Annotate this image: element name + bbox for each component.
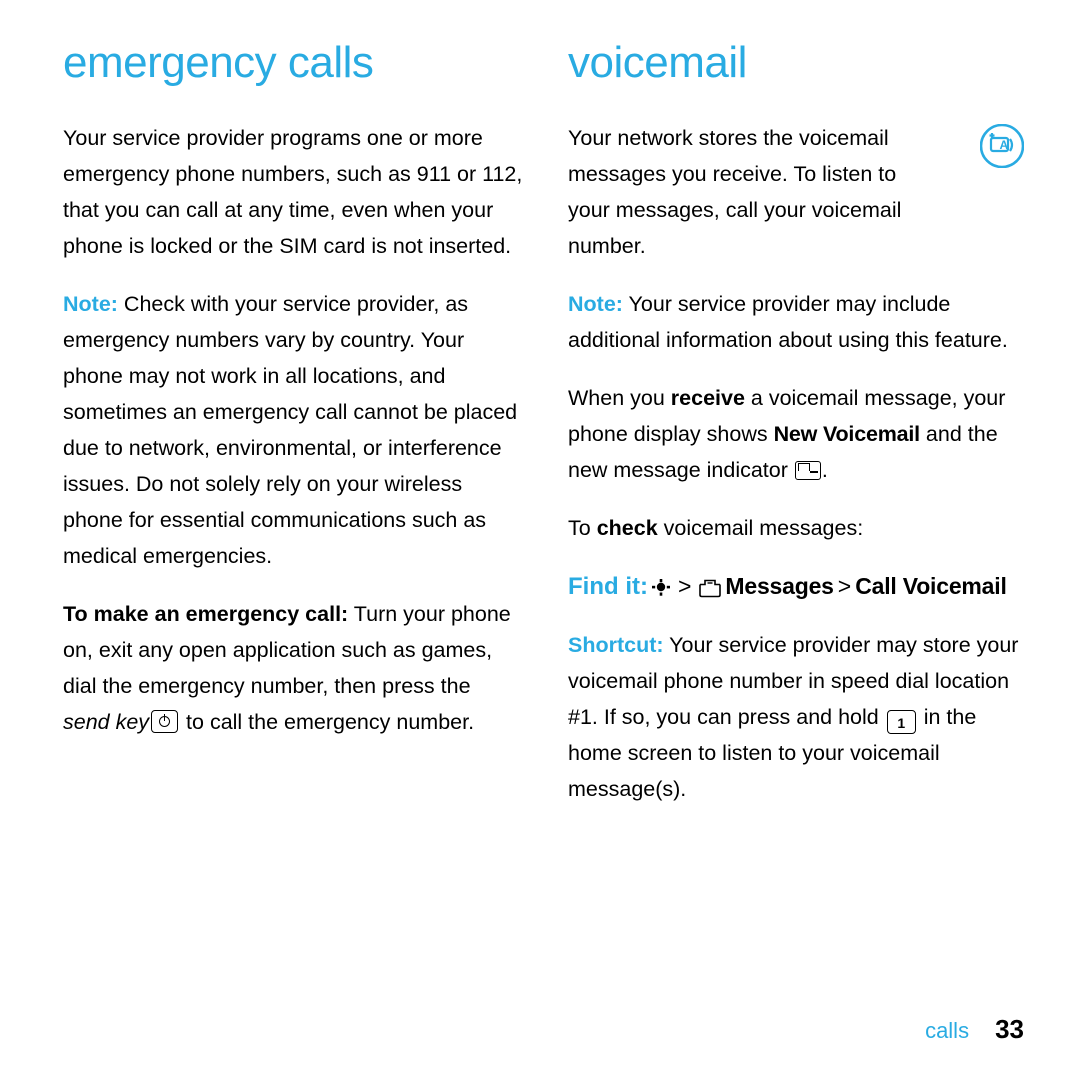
check-keyword: check: [596, 516, 658, 541]
paragraph-voicemail-note: Note: Your service provider may include …: [568, 286, 1036, 358]
find-it-separator-2: >: [837, 573, 852, 600]
right-column: voicemail Your network stores the voicem…: [568, 38, 1036, 807]
paragraph-shortcut: Shortcut: Your service provider may stor…: [568, 627, 1036, 807]
paragraph-emergency-note: Note: Check with your service provider, …: [63, 286, 523, 574]
receive-text-1: When you: [568, 386, 671, 411]
receive-text-4: .: [821, 458, 828, 483]
shortcut-label: Shortcut:: [568, 633, 664, 658]
note-label: Note:: [568, 292, 623, 317]
messages-folder-icon: [698, 572, 722, 598]
page-title-emergency-calls: emergency calls: [63, 38, 374, 87]
find-it-separator-1: >: [677, 573, 692, 600]
find-it-path: Find it: > Messages > Call Voicemail: [568, 568, 1036, 605]
send-key-icon: [151, 710, 179, 734]
footer-page-number: 33: [995, 1014, 1024, 1044]
page-footer: calls 33: [925, 1014, 1024, 1045]
send-key-text: send key: [63, 710, 150, 735]
footer-section-label: calls: [925, 1018, 970, 1043]
svg-text:A: A: [1000, 138, 1009, 152]
make-call-lead: To make an emergency call:: [63, 602, 349, 627]
new-voicemail-label: New Voicemail: [773, 422, 921, 447]
paragraph-text: Your service provider programs one or mo…: [63, 126, 523, 259]
left-column: emergency calls Your service provider pr…: [63, 38, 523, 740]
paragraph-emergency-intro: Your service provider programs one or mo…: [63, 120, 523, 264]
menu-key-icon: [651, 572, 671, 596]
message-indicator-icon: [794, 461, 821, 481]
call-voicemail-menu-label: Call Voicemail: [855, 573, 1007, 600]
make-call-text-2: to call the emergency number.: [180, 710, 475, 735]
voicemail-badge-icon: A: [979, 123, 1025, 169]
paragraph-receive-voicemail: When you receive a voicemail message, yo…: [568, 380, 1036, 488]
note-text: Your service provider may include additi…: [568, 292, 1008, 353]
messages-menu-label: Messages: [725, 573, 834, 600]
paragraph-text: Your network stores the voicemail messag…: [568, 126, 902, 259]
key-1-icon: 1: [886, 710, 916, 735]
receive-keyword: receive: [670, 386, 745, 411]
page-title-voicemail: voicemail: [568, 38, 747, 87]
note-label: Note:: [63, 292, 118, 317]
note-text: Check with your service provider, as eme…: [63, 292, 518, 569]
manual-page: emergency calls Your service provider pr…: [0, 0, 1080, 1080]
find-it-label: Find it:: [568, 573, 648, 601]
paragraph-make-emergency-call: To make an emergency call: Turn your pho…: [63, 596, 523, 740]
paragraph-voicemail-intro: Your network stores the voicemail messag…: [568, 120, 918, 264]
paragraph-check-voicemail: To check voicemail messages:: [568, 510, 1036, 546]
check-text-1: To: [568, 516, 597, 541]
check-text-2: voicemail messages:: [657, 516, 864, 541]
